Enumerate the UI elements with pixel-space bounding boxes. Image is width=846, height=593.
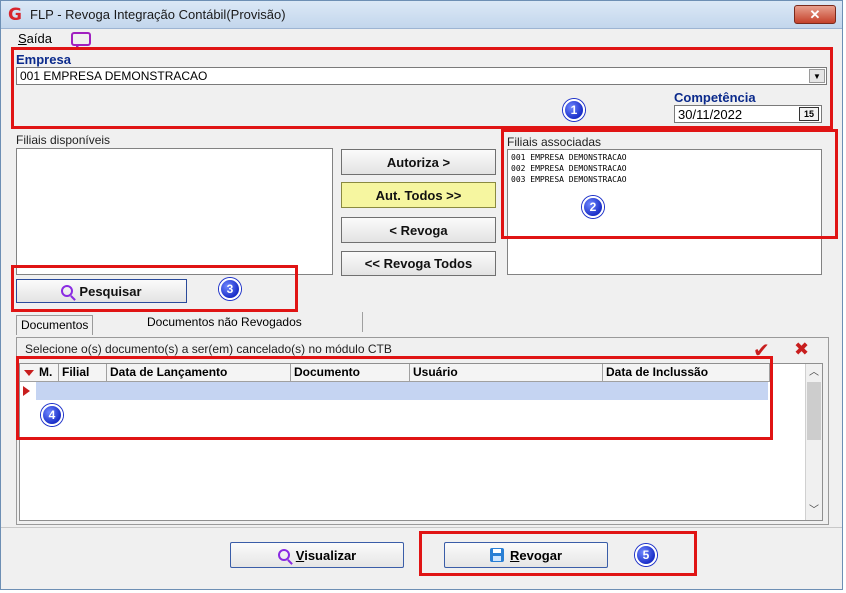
window-title: FLP - Revoga Integração Contábil(Provisã… — [30, 7, 286, 22]
visualizar-label: Visualizar — [295, 547, 357, 563]
badge-4: 4 — [41, 404, 63, 426]
badge-3: 3 — [219, 278, 241, 300]
tab-documentos[interactable]: Documentos — [16, 315, 94, 335]
panel-instruction: Selecione o(s) documento(s) a ser(em) ca… — [25, 342, 392, 356]
footer-separator — [1, 527, 842, 528]
chevron-up-icon[interactable]: ︿ — [806, 365, 822, 381]
app-logo-icon: G — [8, 5, 22, 25]
chat-icon[interactable] — [71, 32, 91, 49]
chevron-down-icon[interactable]: ﹀ — [806, 503, 822, 519]
aut-todos-button[interactable]: Aut. Todos >> — [341, 182, 496, 208]
menu-saida[interactable]: Saída — [18, 31, 52, 46]
visualizar-button[interactable]: Visualizar — [230, 542, 404, 568]
main-window: G FLP - Revoga Integração Contábil(Provi… — [0, 0, 843, 590]
grid-scrollbar[interactable]: ︿ ﹀ — [805, 364, 822, 520]
scroll-thumb[interactable] — [807, 382, 821, 440]
search-icon — [277, 549, 290, 561]
badge-2: 2 — [582, 196, 604, 218]
autoriza-button[interactable]: Autoriza > — [341, 149, 496, 175]
close-button[interactable]: ✕ — [794, 5, 836, 24]
title-bar: G FLP - Revoga Integração Contábil(Provi… — [1, 1, 842, 29]
close-icon[interactable]: ✖ — [794, 339, 809, 360]
badge-1: 1 — [563, 99, 585, 121]
filiais-disponiveis-label: Filiais disponíveis — [16, 133, 111, 147]
tab-documentos-nao-revogados[interactable]: Documentos não Revogados — [143, 313, 306, 333]
revoga-todos-button[interactable]: << Revoga Todos — [341, 251, 496, 276]
annotation-box-3 — [11, 265, 298, 312]
tab-divider — [362, 312, 363, 332]
annotation-box-1 — [11, 47, 833, 129]
filiais-disponiveis-list[interactable] — [16, 148, 333, 275]
annotation-box-2 — [501, 129, 838, 239]
annotation-box-4 — [16, 356, 773, 440]
revoga-button[interactable]: < Revoga — [341, 217, 496, 243]
menu-bar: Saída — [1, 29, 842, 49]
badge-5: 5 — [635, 544, 657, 566]
